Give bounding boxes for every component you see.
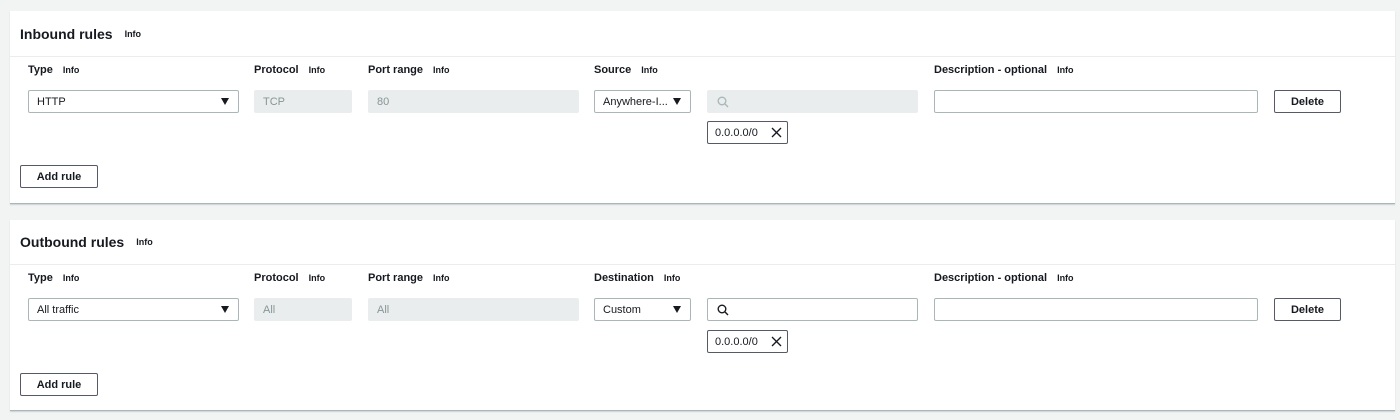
- port-range-value: All: [377, 303, 390, 316]
- info-link[interactable]: Info: [125, 29, 142, 39]
- description-input[interactable]: [934, 90, 1258, 113]
- column-label: Description - optional: [934, 272, 1048, 284]
- info-link[interactable]: Info: [136, 237, 153, 247]
- panel-title: Inbound rules: [20, 25, 113, 42]
- protocol-value: TCP: [263, 95, 285, 108]
- protocol-field: All: [254, 298, 352, 321]
- column-header-protocol: Protocol Info: [254, 64, 325, 76]
- column-label: Protocol: [254, 272, 299, 284]
- port-range-value: 80: [377, 95, 390, 108]
- inbound-rules-panel: Inbound rules Info Type Info Protocol In…: [10, 11, 1395, 204]
- info-link[interactable]: Info: [433, 273, 450, 283]
- search-icon: [717, 304, 729, 315]
- caret-down-icon: [221, 98, 229, 105]
- protocol-field: TCP: [254, 90, 352, 113]
- column-header-protocol: Protocol Info: [254, 272, 325, 284]
- column-label: Protocol: [254, 64, 299, 76]
- column-label: Description - optional: [934, 64, 1048, 76]
- cidr-search-input[interactable]: [707, 298, 918, 321]
- column-header-destination: Destination Info: [594, 272, 680, 284]
- info-link[interactable]: Info: [63, 273, 80, 283]
- info-link[interactable]: Info: [641, 65, 658, 75]
- source-select[interactable]: Anywhere-I...: [594, 90, 691, 113]
- port-range-field: All: [368, 298, 579, 321]
- add-rule-button[interactable]: Add rule: [20, 373, 98, 396]
- search-icon: [717, 96, 729, 107]
- column-header-source: Source Info: [594, 64, 658, 76]
- column-label: Type: [28, 64, 53, 76]
- type-select-value: All traffic: [37, 303, 79, 316]
- cidr-search-input[interactable]: [707, 90, 918, 113]
- column-header-description: Description - optional Info: [934, 64, 1074, 76]
- panel-title: Outbound rules: [20, 234, 125, 250]
- protocol-value: All: [263, 303, 276, 316]
- column-label: Destination: [594, 272, 654, 284]
- cidr-token-label: 0.0.0.0/0: [715, 335, 758, 348]
- info-link[interactable]: Info: [63, 65, 80, 75]
- info-link[interactable]: Info: [1057, 65, 1074, 75]
- inbound-rules-header: Inbound rules Info: [10, 11, 1395, 57]
- caret-down-icon: [673, 98, 681, 105]
- column-header-description: Description - optional Info: [934, 272, 1074, 284]
- caret-down-icon: [221, 306, 229, 313]
- info-link[interactable]: Info: [433, 65, 450, 75]
- source-select-value: Anywhere-I...: [603, 95, 668, 108]
- column-header-type: Type Info: [28, 64, 79, 76]
- outbound-rules-panel: Outbound rules Info Type Info Protocol I…: [10, 220, 1395, 411]
- column-header-port-range: Port range Info: [368, 64, 450, 76]
- close-icon[interactable]: [771, 127, 782, 138]
- column-header-port-range: Port range Info: [368, 272, 450, 284]
- destination-select-value: Custom: [603, 303, 641, 316]
- type-select-value: HTTP: [37, 95, 66, 108]
- type-select[interactable]: All traffic: [28, 298, 239, 321]
- cidr-token: 0.0.0.0/0: [707, 330, 788, 353]
- info-link[interactable]: Info: [664, 273, 681, 283]
- delete-button[interactable]: Delete: [1274, 90, 1341, 113]
- info-link[interactable]: Info: [1057, 273, 1074, 283]
- add-rule-button[interactable]: Add rule: [20, 165, 98, 188]
- description-input[interactable]: [934, 298, 1258, 321]
- column-label: Port range: [368, 272, 424, 284]
- port-range-field: 80: [368, 90, 579, 113]
- column-header-type: Type Info: [28, 272, 79, 284]
- cidr-token-label: 0.0.0.0/0: [715, 126, 758, 139]
- info-link[interactable]: Info: [309, 273, 326, 283]
- close-icon[interactable]: [771, 336, 782, 347]
- column-label: Source: [594, 64, 632, 76]
- type-select[interactable]: HTTP: [28, 90, 239, 113]
- column-label: Port range: [368, 64, 424, 76]
- outbound-rules-header: Outbound rules Info: [10, 220, 1395, 265]
- info-link[interactable]: Info: [309, 65, 326, 75]
- caret-down-icon: [673, 306, 681, 313]
- delete-button[interactable]: Delete: [1274, 298, 1341, 321]
- destination-select[interactable]: Custom: [594, 298, 691, 321]
- column-label: Type: [28, 272, 53, 284]
- cidr-token: 0.0.0.0/0: [707, 121, 788, 144]
